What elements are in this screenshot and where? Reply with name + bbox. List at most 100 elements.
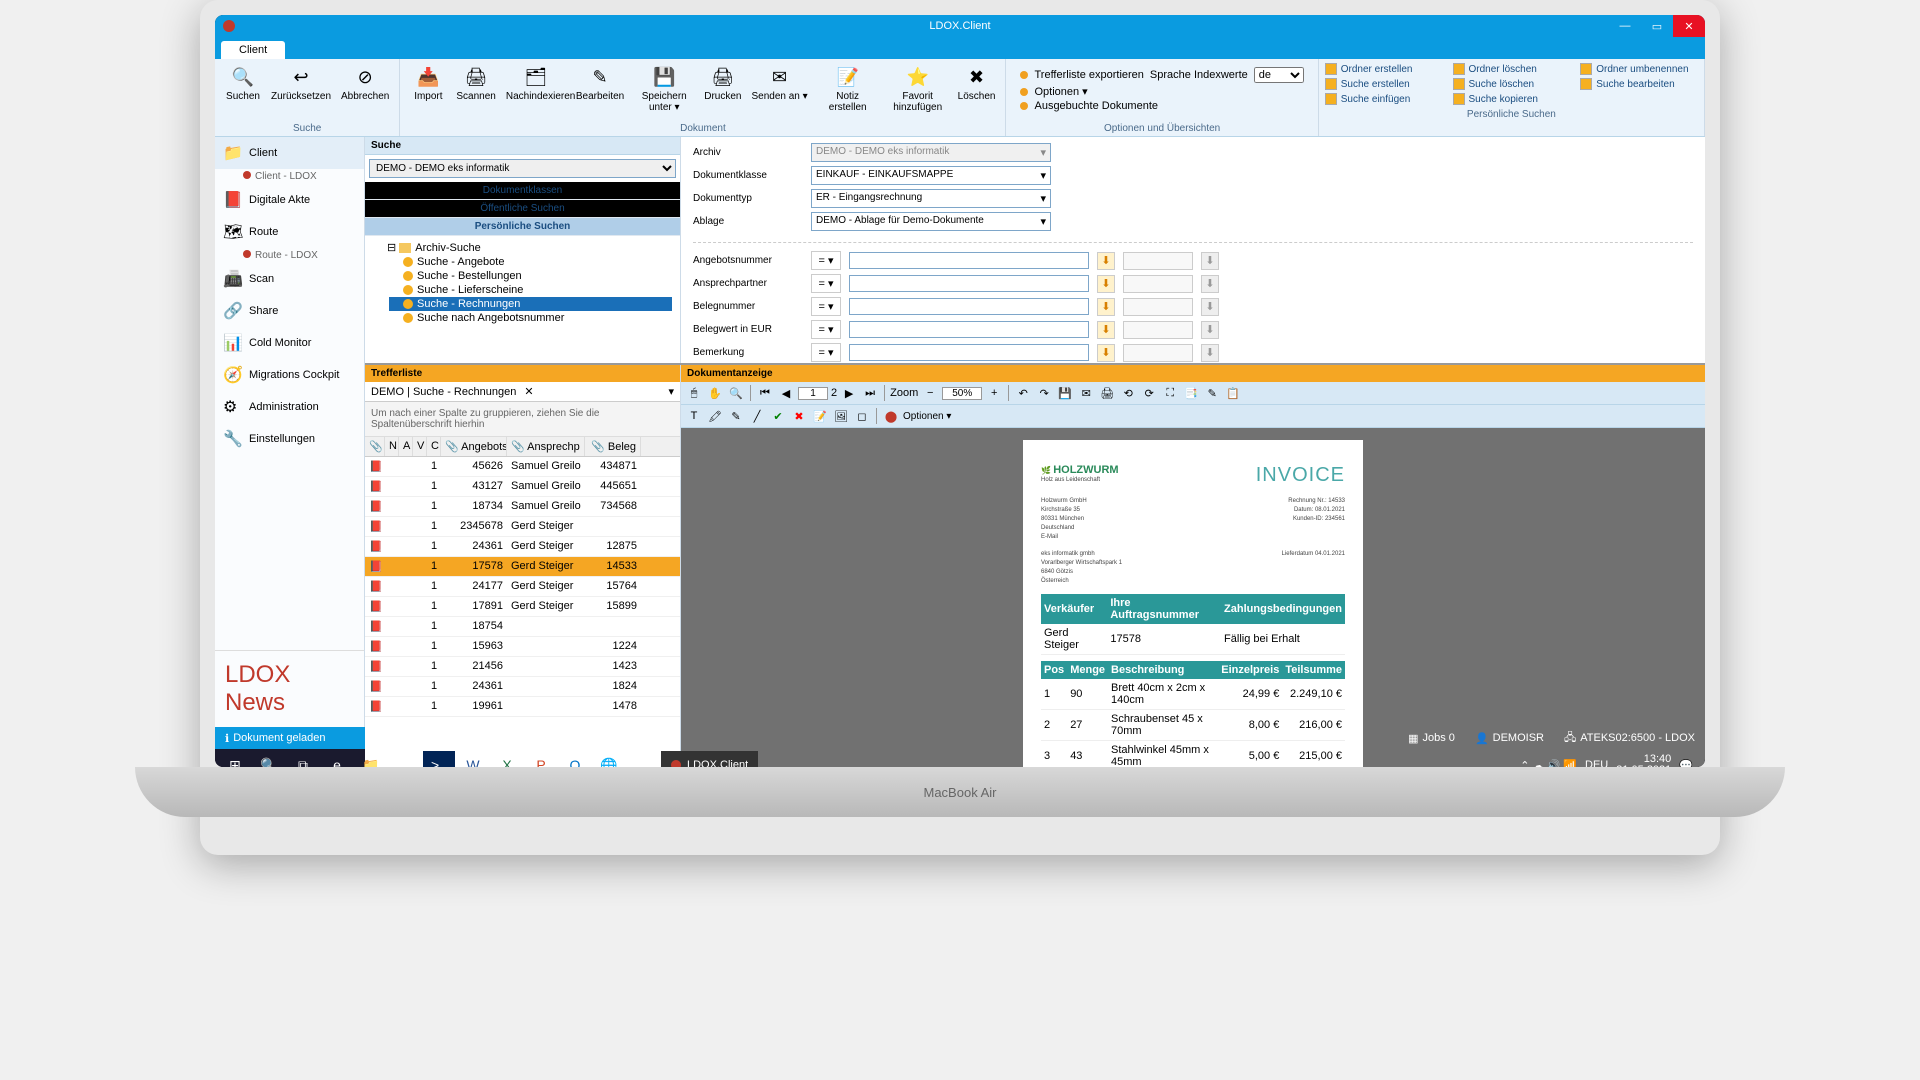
- table-row[interactable]: 📕143127Samuel Greilo445651: [365, 477, 680, 497]
- table-row[interactable]: 📕1199611478: [365, 697, 680, 717]
- mail-icon[interactable]: ✉: [1077, 384, 1095, 402]
- tree-root[interactable]: ⊟ Archiv-Suche: [373, 240, 672, 255]
- nav-route[interactable]: 🗺Route: [215, 216, 364, 248]
- lookup-icon[interactable]: ⬇: [1097, 252, 1115, 270]
- check-icon[interactable]: ✔: [769, 407, 787, 425]
- table-row[interactable]: 📕117891Gerd Steiger15899: [365, 597, 680, 617]
- nav-sub[interactable]: Client - LDOX: [215, 169, 364, 184]
- prev-page-icon[interactable]: ◀: [777, 384, 795, 402]
- filter-ansprechpartner[interactable]: [849, 275, 1089, 292]
- table-row[interactable]: 📕1214561423: [365, 657, 680, 677]
- stamp-icon[interactable]: 📋: [1224, 384, 1242, 402]
- powershell-icon[interactable]: >_: [423, 751, 455, 767]
- hand-icon[interactable]: ✋: [706, 384, 724, 402]
- lookup-icon[interactable]: ⬇: [1097, 275, 1115, 293]
- last-page-icon[interactable]: ⏭: [861, 384, 879, 402]
- nav-cold-monitor[interactable]: 📊Cold Monitor: [215, 327, 364, 359]
- tree-item[interactable]: Suche - Angebote: [389, 255, 672, 269]
- outlook-icon[interactable]: O: [559, 751, 591, 767]
- app-icon[interactable]: ▦: [389, 751, 421, 767]
- table-row[interactable]: 📕117578Gerd Steiger14533: [365, 557, 680, 577]
- filter-bemerkung[interactable]: [849, 344, 1089, 361]
- start-button[interactable]: ⊞: [219, 751, 251, 767]
- table-row[interactable]: 📕1243611824: [365, 677, 680, 697]
- print-icon[interactable]: 🖨: [1098, 384, 1116, 402]
- nav-migrations-cockpit[interactable]: 🧭Migrations Cockpit: [215, 359, 364, 391]
- text-select-icon[interactable]: T: [685, 407, 703, 425]
- tree-item[interactable]: Suche nach Angebotsnummer: [389, 311, 672, 325]
- ribbon-senden-an-[interactable]: ✉Senden an ▾: [747, 63, 811, 121]
- tray-icons[interactable]: ⌃ ☁ 🔊 📶: [1520, 759, 1577, 768]
- nav-einstellungen[interactable]: 🔧Einstellungen: [215, 423, 364, 455]
- ribbon-drucken[interactable]: 🖨Drucken: [700, 63, 745, 121]
- ribbon-zur-cksetzen[interactable]: ↩Zurücksetzen: [267, 63, 335, 121]
- lookup-icon[interactable]: ⬇: [1097, 298, 1115, 316]
- layers-icon[interactable]: 📑: [1182, 384, 1200, 402]
- page-input[interactable]: [798, 387, 828, 400]
- archive-select[interactable]: DEMO - DEMO eks informatik: [369, 159, 676, 178]
- tree-item[interactable]: Suche - Bestellungen: [389, 269, 672, 283]
- tray-lang[interactable]: DEU: [1585, 759, 1608, 767]
- ribbon-scannen[interactable]: 🖨Scannen: [452, 63, 499, 121]
- pers-ordner-l-schen[interactable]: Ordner löschen: [1453, 63, 1571, 75]
- powerpoint-icon[interactable]: P: [525, 751, 557, 767]
- table-row[interactable]: 📕124177Gerd Steiger15764: [365, 577, 680, 597]
- highlight-icon[interactable]: 🖍: [706, 407, 724, 425]
- rotate-right-icon[interactable]: ⟳: [1140, 384, 1158, 402]
- line-icon[interactable]: ╱: [748, 407, 766, 425]
- options-menu[interactable]: Optionen ▾: [1034, 85, 1087, 98]
- filter-angebotsnummer[interactable]: [849, 252, 1089, 269]
- pen-icon[interactable]: ✎: [727, 407, 745, 425]
- ribbon-l-schen[interactable]: ✖Löschen: [954, 63, 1000, 121]
- nav-administration[interactable]: ⚙Administration: [215, 391, 364, 423]
- annotate-icon[interactable]: ✎: [1203, 384, 1221, 402]
- field-dokumenttyp[interactable]: ER - Eingangsrechnung ▾: [811, 189, 1051, 208]
- taskview-icon[interactable]: ⧉: [287, 751, 319, 767]
- pers-suche-bearbeiten[interactable]: Suche bearbeiten: [1580, 78, 1698, 90]
- ribbon-suchen[interactable]: 🔍Suchen: [221, 63, 265, 121]
- nav-sub[interactable]: Route - LDOX: [215, 248, 364, 263]
- save-icon[interactable]: 💾: [1056, 384, 1074, 402]
- tree-item[interactable]: Suche - Rechnungen: [389, 297, 672, 311]
- fullscreen-icon[interactable]: ⛶: [1161, 384, 1179, 402]
- excel-icon[interactable]: X: [491, 751, 523, 767]
- cross-icon[interactable]: ✖: [790, 407, 808, 425]
- notification-icon[interactable]: 💬: [1679, 759, 1693, 768]
- tree-item[interactable]: Suche - Lieferscheine: [389, 283, 672, 297]
- pers-ordner-erstellen[interactable]: Ordner erstellen: [1325, 63, 1443, 75]
- ribbon-favorit-hinzuf-gen[interactable]: ⭐Favorit hinzufügen: [884, 63, 952, 121]
- ribbon-notiz-erstellen[interactable]: 📝Notiz erstellen: [814, 63, 882, 121]
- ldox-news[interactable]: LDOX News: [215, 650, 364, 727]
- field-archiv[interactable]: DEMO - DEMO eks informatik ▾: [811, 143, 1051, 162]
- nav-digitale-akte[interactable]: 📕Digitale Akte: [215, 184, 364, 216]
- language-select[interactable]: de: [1254, 67, 1304, 83]
- nav-share[interactable]: 🔗Share: [215, 295, 364, 327]
- hitlist-tab[interactable]: DEMO | Suche - Rechnungen✕▾: [365, 382, 680, 402]
- image-icon[interactable]: 🖼: [832, 407, 850, 425]
- export-hitlist[interactable]: Trefferliste exportieren: [1034, 69, 1143, 81]
- zoom-input[interactable]: [942, 387, 982, 400]
- ribbon-tab-client[interactable]: Client: [221, 41, 285, 59]
- ribbon-bearbeiten[interactable]: ✎Bearbeiten: [572, 63, 628, 121]
- maximize-button[interactable]: ▭: [1641, 15, 1673, 37]
- filter-belegwert-in-eur[interactable]: [849, 321, 1089, 338]
- search-icon[interactable]: 🔍: [253, 751, 285, 767]
- shape-icon[interactable]: ◻: [853, 407, 871, 425]
- table-row[interactable]: 📕1159631224: [365, 637, 680, 657]
- table-row[interactable]: 📕118734Samuel Greilo734568: [365, 497, 680, 517]
- pers-suche-einf-gen[interactable]: Suche einfügen: [1325, 93, 1443, 105]
- ribbon-import[interactable]: 📥Import: [406, 63, 450, 121]
- nav-scan[interactable]: 📠Scan: [215, 263, 364, 295]
- zoom-tool-icon[interactable]: 🔍: [727, 384, 745, 402]
- zoom-in-icon[interactable]: +: [985, 384, 1003, 402]
- chrome-icon[interactable]: 🌐: [593, 751, 625, 767]
- next-page-icon[interactable]: ▶: [840, 384, 858, 402]
- undo-icon[interactable]: ↶: [1014, 384, 1032, 402]
- pers-suche-l-schen[interactable]: Suche löschen: [1453, 78, 1571, 90]
- edge-icon[interactable]: e: [321, 751, 353, 767]
- checked-out-docs[interactable]: Ausgebuchte Dokumente: [1034, 100, 1158, 112]
- cat-persoenliche[interactable]: Persönliche Suchen: [365, 218, 680, 236]
- table-row[interactable]: 📕118754: [365, 617, 680, 637]
- close-tab-icon[interactable]: ✕: [524, 385, 533, 398]
- cat-dokumentklassen[interactable]: Dokumentklassen: [365, 182, 680, 200]
